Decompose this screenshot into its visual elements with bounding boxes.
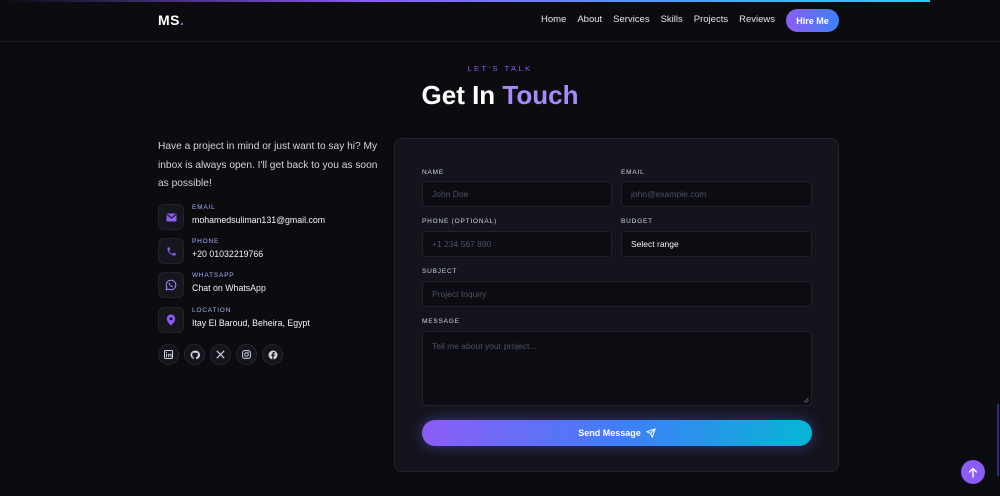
social-links	[158, 344, 283, 365]
intro-text: Have a project in mind or just want to s…	[158, 141, 378, 189]
nav-link-skills[interactable]: Skills	[661, 14, 683, 25]
whatsapp-icon	[158, 272, 184, 298]
budget-label: BUDGET	[621, 218, 653, 225]
message-placeholder: Tell me about your project...	[432, 341, 537, 351]
section-eyebrow: LET'S TALK	[467, 64, 533, 73]
send-icon	[646, 428, 656, 438]
contact-value: Itay El Baroud, Beheira, Egypt	[192, 318, 310, 328]
logo[interactable]: MS.	[158, 12, 184, 28]
linkedin-icon[interactable]	[158, 344, 179, 365]
message-label: MESSAGE	[422, 318, 460, 325]
logo-text: MS	[158, 12, 180, 28]
facebook-icon[interactable]	[262, 344, 283, 365]
nav-link-reviews[interactable]: Reviews	[739, 14, 775, 25]
phone-label: PHONE (OPTIONAL)	[422, 218, 497, 225]
contact-phone[interactable]: PHONE +20 01032219766	[158, 238, 388, 264]
send-message-label: Send Message	[578, 428, 641, 438]
contact-label: WHATSAPP	[192, 272, 235, 279]
name-label: NAME	[422, 169, 444, 176]
name-input[interactable]: John Doe	[422, 181, 612, 207]
hire-me-button[interactable]: Hire Me	[786, 9, 839, 32]
contact-label: PHONE	[192, 238, 220, 245]
nav-link-services[interactable]: Services	[613, 14, 649, 25]
navbar: MS. Home About Services Skills Projects …	[0, 0, 1000, 42]
scroll-to-top-button[interactable]	[961, 460, 985, 484]
mail-icon	[158, 204, 184, 230]
subject-label: SUBJECT	[422, 268, 458, 275]
contact-value: Chat on WhatsApp	[192, 283, 266, 293]
contact-whatsapp[interactable]: WHATSAPP Chat on WhatsApp	[158, 272, 388, 298]
section-title: Get In Touch	[0, 80, 1000, 111]
instagram-icon[interactable]	[236, 344, 257, 365]
logo-dot: .	[180, 12, 185, 28]
arrow-up-icon	[968, 467, 978, 478]
phone-input[interactable]: +1 234 567 890	[422, 231, 612, 257]
x-icon[interactable]	[210, 344, 231, 365]
nav-link-home[interactable]: Home	[541, 14, 566, 25]
email-input[interactable]: john@example.com	[621, 181, 812, 207]
title-main: Get In	[421, 80, 496, 110]
map-pin-icon	[158, 307, 184, 333]
nav-links: Home About Services Skills Projects Revi…	[541, 14, 775, 25]
nav-link-about[interactable]: About	[577, 14, 602, 25]
contact-location[interactable]: LOCATION Itay El Baroud, Beheira, Egypt	[158, 307, 388, 333]
nav-link-projects[interactable]: Projects	[694, 14, 728, 25]
contact-value: mohamedsuliman131@gmail.com	[192, 215, 326, 225]
contact-label: EMAIL	[192, 204, 216, 211]
message-textarea[interactable]: Tell me about your project...	[422, 331, 812, 406]
contact-value: +20 01032219766	[192, 249, 264, 259]
contact-form: NAME John Doe EMAIL john@example.com PHO…	[394, 138, 839, 472]
resize-grip-icon[interactable]	[803, 397, 809, 403]
email-label: EMAIL	[621, 169, 645, 176]
subject-input[interactable]: Project Inquiry	[422, 281, 812, 307]
budget-select[interactable]: Select range	[621, 231, 812, 257]
edge-decoration	[997, 404, 999, 476]
contact-email[interactable]: EMAIL mohamedsuliman131@gmail.com	[158, 204, 388, 230]
github-icon[interactable]	[184, 344, 205, 365]
contact-label: LOCATION	[192, 307, 232, 314]
send-message-button[interactable]: Send Message	[422, 420, 812, 446]
phone-icon	[158, 238, 184, 264]
title-accent: Touch	[502, 80, 579, 110]
